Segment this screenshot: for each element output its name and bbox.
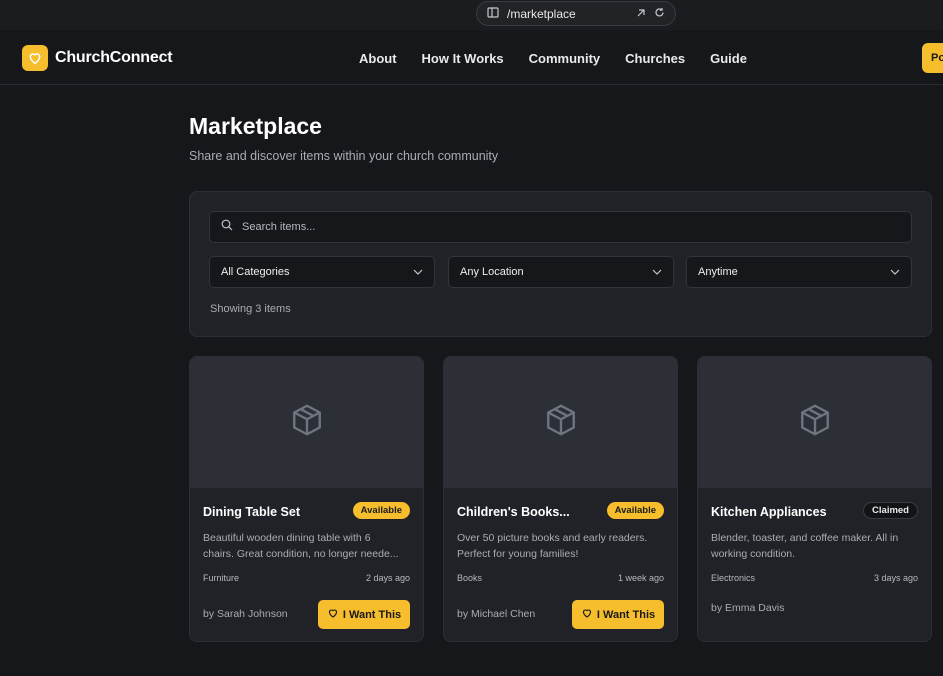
item-owner: by Emma Davis <box>711 602 785 614</box>
nav-link-community[interactable]: Community <box>529 51 601 66</box>
brand-link[interactable]: ChurchConnect <box>22 45 173 71</box>
reload-icon[interactable] <box>654 7 665 20</box>
heart-icon <box>327 607 339 622</box>
package-icon <box>797 402 833 443</box>
item-description: Beautiful wooden dining table with 6 cha… <box>203 530 415 562</box>
chevron-down-icon <box>652 266 662 278</box>
external-link-icon[interactable] <box>636 8 646 20</box>
heart-icon <box>22 45 48 71</box>
item-description-line: Perfect for young families! <box>457 548 579 560</box>
item-category: Electronics <box>711 573 756 583</box>
address-bar[interactable]: /marketplace <box>476 1 676 26</box>
item-category: Books <box>457 573 483 583</box>
nav-link-how-it-works[interactable]: How It Works <box>422 51 504 66</box>
site-header: ChurchConnect About How It Works Communi… <box>0 30 943 85</box>
status-badge: Available <box>352 502 410 519</box>
chevron-down-icon <box>890 266 900 278</box>
item-image-placeholder <box>698 357 931 488</box>
i-want-this-button[interactable]: I Want This <box>572 600 664 629</box>
brand-name: ChurchConnect <box>55 49 173 66</box>
item-description-line: Blender, toaster, and coffee maker. All … <box>711 532 899 544</box>
results-count: Showing 3 items <box>210 303 291 315</box>
main-nav: About How It Works Community Churches Gu… <box>359 51 772 66</box>
item-posted-time: 1 week ago <box>617 573 664 583</box>
browser-toolbar: /marketplace <box>0 0 943 30</box>
heart-icon <box>581 607 593 622</box>
post-item-button[interactable]: Po <box>922 43 943 73</box>
item-card[interactable]: Kitchen Appliances Claimed Blender, toas… <box>697 356 932 642</box>
search-icon <box>221 218 233 236</box>
item-description-line: working condition. <box>711 548 796 560</box>
filter-panel: All Categories Any Location Anytime Show… <box>189 191 932 337</box>
status-badge: Available <box>606 502 664 519</box>
item-image-placeholder <box>444 357 677 488</box>
item-title[interactable]: Kitchen Appliances <box>711 505 827 519</box>
item-card[interactable]: Dining Table Set Available Beautiful woo… <box>189 356 424 642</box>
reader-mode-icon[interactable] <box>487 7 499 20</box>
location-select[interactable]: Any Location <box>448 256 674 288</box>
status-badge: Claimed <box>863 502 918 519</box>
url-text[interactable]: /marketplace <box>507 7 628 21</box>
item-description-line: Over 50 picture books and early readers. <box>457 532 648 544</box>
time-select[interactable]: Anytime <box>686 256 912 288</box>
item-category: Furniture <box>203 573 240 583</box>
package-icon <box>289 402 325 443</box>
item-description-line: Beautiful wooden dining table with 6 <box>203 532 371 544</box>
nav-link-churches[interactable]: Churches <box>625 51 685 66</box>
item-image-placeholder <box>190 357 423 488</box>
item-title[interactable]: Dining Table Set <box>203 505 300 519</box>
page-subtitle: Share and discover items within your chu… <box>189 149 499 163</box>
nav-link-guide[interactable]: Guide <box>710 51 747 66</box>
search-box[interactable] <box>209 211 912 243</box>
chevron-down-icon <box>413 266 423 278</box>
item-posted-time: 2 days ago <box>365 573 410 583</box>
category-select-value: All Categories <box>221 266 290 278</box>
item-owner: by Michael Chen <box>457 608 536 620</box>
search-input[interactable] <box>242 221 882 233</box>
item-card[interactable]: Children's Books... Available Over 50 pi… <box>443 356 678 642</box>
time-select-value: Anytime <box>698 266 738 278</box>
category-select[interactable]: All Categories <box>209 256 435 288</box>
item-posted-time: 3 days ago <box>873 573 918 583</box>
item-description: Over 50 picture books and early readers.… <box>457 530 669 562</box>
nav-link-about[interactable]: About <box>359 51 397 66</box>
i-want-this-button[interactable]: I Want This <box>318 600 410 629</box>
package-icon <box>543 402 579 443</box>
i-want-this-label: I Want This <box>596 608 656 621</box>
location-select-value: Any Location <box>460 266 524 278</box>
page-title: Marketplace <box>189 113 322 139</box>
item-description: Blender, toaster, and coffee maker. All … <box>711 530 923 562</box>
item-title[interactable]: Children's Books... <box>457 505 570 519</box>
i-want-this-label: I Want This <box>342 608 402 621</box>
item-owner: by Sarah Johnson <box>203 608 288 620</box>
item-description-line: chairs. Great condition, no longer neede… <box>203 548 399 560</box>
